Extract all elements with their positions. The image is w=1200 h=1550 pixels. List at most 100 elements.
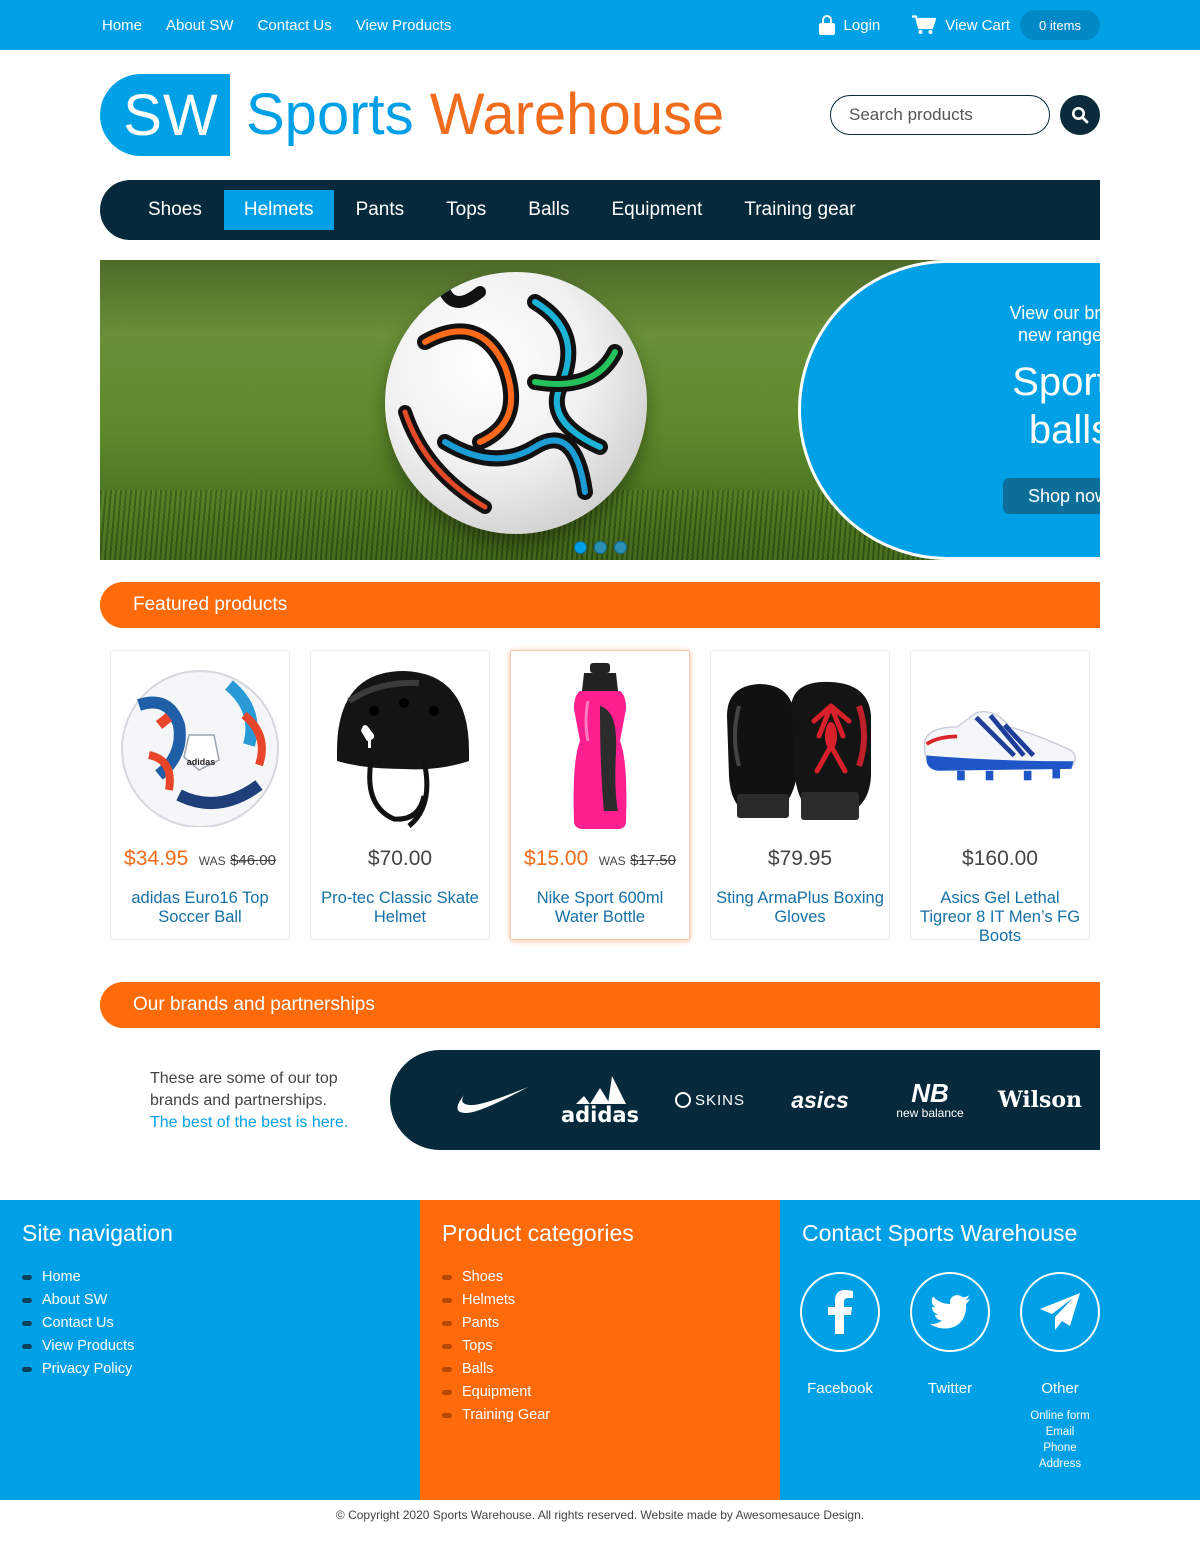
carousel-dots xyxy=(574,541,627,554)
nike-logo[interactable] xyxy=(448,1050,532,1150)
was-label: WAS xyxy=(198,854,226,868)
carousel-dot-3[interactable] xyxy=(614,541,627,554)
logo-word-warehouse: Warehouse xyxy=(429,82,725,147)
nav-item-shoes[interactable]: Shoes xyxy=(128,190,222,230)
footer-cat-pants[interactable]: Pants xyxy=(442,1312,550,1335)
product-name[interactable]: Pro-tec Classic Skate Helmet xyxy=(315,889,485,927)
new-balance-logo[interactable]: NB new balance xyxy=(885,1050,975,1150)
footer-cat-helmets[interactable]: Helmets xyxy=(442,1289,550,1312)
hero-line-1: View our brand xyxy=(1009,303,1100,323)
footer-cat-equipment[interactable]: Equipment xyxy=(442,1381,550,1404)
cart-count-badge[interactable]: 0 items xyxy=(1020,10,1100,40)
logo-wordmark[interactable]: Sports Warehouse xyxy=(246,80,724,150)
brand-logo-strip: adidas SKINS asics NB new balance Wilson xyxy=(390,1050,1100,1150)
product-name[interactable]: Asics Gel Lethal Tigreor 8 IT Men’s FG B… xyxy=(915,889,1085,946)
view-cart-label: View Cart xyxy=(945,16,1010,34)
footer-nav-about[interactable]: About SW xyxy=(22,1289,134,1312)
adidas-logo[interactable]: adidas xyxy=(555,1050,645,1150)
top-bar: Home About SW Contact Us View Products L… xyxy=(0,0,1200,50)
was-label: WAS xyxy=(598,854,626,868)
product-image-soccer-ball: adidas xyxy=(119,661,281,831)
nav-item-tops[interactable]: Tops xyxy=(426,190,506,230)
skins-wordmark: SKINS xyxy=(694,1091,745,1109)
hero-line-2: new range of xyxy=(1017,325,1100,345)
hero-banner[interactable]: View our brand new range of Sports balls… xyxy=(100,260,1100,560)
account-area: Login View Cart 0 items xyxy=(818,0,1100,50)
other-phone[interactable]: Phone xyxy=(1010,1440,1110,1456)
footer-nav-list: Home About SW Contact Us View Products P… xyxy=(22,1266,134,1381)
top-nav-about[interactable]: About SW xyxy=(166,17,234,34)
shop-now-button[interactable]: Shop now xyxy=(1003,478,1100,514)
price-row: $34.95 WAS $46.00 xyxy=(111,847,289,871)
skins-mark-icon xyxy=(674,1092,691,1108)
other-address[interactable]: Address xyxy=(1010,1456,1110,1472)
brands-intro-text: These are some of our top brands and par… xyxy=(150,1070,338,1109)
other-contact-button[interactable] xyxy=(1020,1272,1100,1352)
logo-badge[interactable]: SW xyxy=(100,74,230,156)
product-image-boxing-gloves xyxy=(719,661,881,831)
footer-cat-balls[interactable]: Balls xyxy=(442,1358,550,1381)
adidas-wordmark: adidas xyxy=(560,1103,640,1127)
product-price: $34.95 xyxy=(124,847,189,870)
product-card[interactable]: $79.95 Sting ArmaPlus Boxing Gloves xyxy=(710,650,890,940)
nav-item-helmets[interactable]: Helmets xyxy=(223,190,334,230)
facebook-button[interactable] xyxy=(800,1272,880,1352)
carousel-dot-2[interactable] xyxy=(594,541,607,554)
nav-item-equipment[interactable]: Equipment xyxy=(591,190,722,230)
footer-contact-title: Contact Sports Warehouse xyxy=(802,1220,1078,1246)
footer-categories-title: Product categories xyxy=(442,1220,634,1246)
twitter-label[interactable]: Twitter xyxy=(900,1380,1000,1397)
asics-logo[interactable]: asics xyxy=(775,1050,865,1150)
product-name[interactable]: adidas Euro16 Top Soccer Ball xyxy=(115,889,285,927)
nav-item-pants[interactable]: Pants xyxy=(336,190,425,230)
footer-nav-view-products[interactable]: View Products xyxy=(22,1335,134,1358)
search-button[interactable] xyxy=(1060,95,1100,135)
copyright-text: © Copyright 2020 Sports Warehouse. All r… xyxy=(335,1508,865,1522)
brands-intro-highlight: The best of the best is here. xyxy=(150,1114,349,1131)
logo-word-sports: Sports xyxy=(246,82,414,147)
footer-cat-shoes[interactable]: Shoes xyxy=(442,1266,550,1289)
old-price: $17.50 xyxy=(630,852,676,869)
wilson-logo[interactable]: Wilson xyxy=(995,1050,1085,1150)
brands-intro: These are some of our top brands and par… xyxy=(150,1068,380,1134)
twitter-icon xyxy=(930,1295,970,1329)
top-nav-view-products[interactable]: View Products xyxy=(356,17,452,34)
soccer-ball-image xyxy=(385,272,647,534)
product-price: $160.00 xyxy=(962,847,1038,870)
footer-nav-contact[interactable]: Contact Us xyxy=(22,1312,134,1335)
product-card[interactable]: $160.00 Asics Gel Lethal Tigreor 8 IT Me… xyxy=(910,650,1090,945)
old-price: $46.00 xyxy=(230,852,276,869)
login-link[interactable]: Login xyxy=(818,15,880,35)
lock-icon xyxy=(818,15,835,35)
price-row: $160.00 xyxy=(911,847,1089,871)
other-online-form[interactable]: Online form xyxy=(1010,1408,1110,1424)
other-email[interactable]: Email xyxy=(1010,1424,1110,1440)
view-cart-link[interactable]: View Cart xyxy=(880,15,1010,35)
search-input[interactable] xyxy=(830,95,1050,135)
footer-cat-tops[interactable]: Tops xyxy=(442,1335,550,1358)
product-card[interactable]: adidas $34.95 WAS $46.00 adidas Euro16 T… xyxy=(110,650,290,940)
product-grid: adidas $34.95 WAS $46.00 adidas Euro16 T… xyxy=(110,650,1090,945)
other-label[interactable]: Other xyxy=(1010,1380,1110,1397)
footer-nav-title: Site navigation xyxy=(22,1220,173,1246)
top-nav-contact[interactable]: Contact Us xyxy=(258,17,332,34)
product-name[interactable]: Nike Sport 600ml Water Bottle xyxy=(515,889,685,927)
product-card[interactable]: $70.00 Pro-tec Classic Skate Helmet xyxy=(310,650,490,940)
product-name[interactable]: Sting ArmaPlus Boxing Gloves xyxy=(715,889,885,927)
footer-cat-training-gear[interactable]: Training Gear xyxy=(442,1404,550,1427)
twitter-button[interactable] xyxy=(910,1272,990,1352)
facebook-label[interactable]: Facebook xyxy=(790,1380,890,1397)
featured-products-heading: Featured products xyxy=(100,582,1100,628)
footer-nav-privacy[interactable]: Privacy Policy xyxy=(22,1358,134,1381)
price-row: $79.95 xyxy=(711,847,889,871)
product-card[interactable]: $15.00 WAS $17.50 Nike Sport 600ml Water… xyxy=(510,650,690,940)
footer-contact: Contact Sports Warehouse Facebook Twitte… xyxy=(780,1200,1200,1500)
carousel-dot-1[interactable] xyxy=(574,541,587,554)
footer-nav-home[interactable]: Home xyxy=(22,1266,134,1289)
top-nav-home[interactable]: Home xyxy=(102,17,142,34)
skins-logo[interactable]: SKINS xyxy=(665,1050,755,1150)
hero-title: Sports balls xyxy=(898,358,1100,454)
nav-item-balls[interactable]: Balls xyxy=(508,190,589,230)
other-contact-list: Online form Email Phone Address xyxy=(1010,1408,1110,1472)
nav-item-training-gear[interactable]: Training gear xyxy=(724,190,875,230)
